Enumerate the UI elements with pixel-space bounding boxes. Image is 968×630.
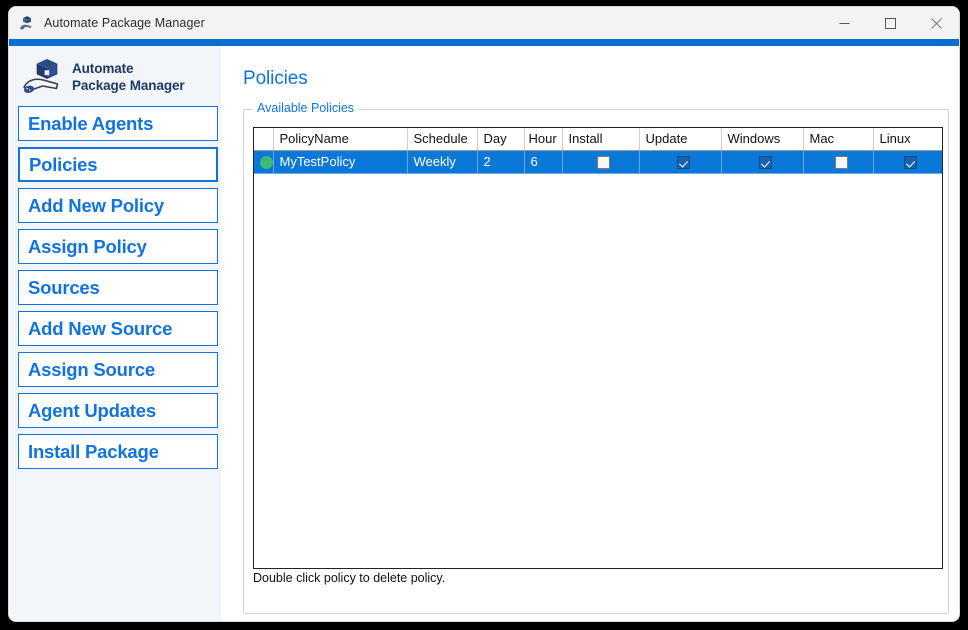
column-header-update[interactable]: Update <box>639 128 721 150</box>
mac-checkbox[interactable] <box>835 156 848 169</box>
column-header-day[interactable]: Day <box>477 128 524 150</box>
content-area: Policies Available Policies <box>221 46 959 621</box>
brand-line-2: Package Manager <box>72 78 185 93</box>
column-header-mac[interactable]: Mac <box>803 128 873 150</box>
package-on-hand-logo-icon <box>22 57 66 97</box>
update-checkbox[interactable] <box>677 156 690 169</box>
app-window: Automate Package Manager <box>8 6 960 622</box>
brand-line-1: Automate <box>72 61 133 76</box>
sidebar-item-sources[interactable]: Sources <box>18 270 218 305</box>
sidebar-item-assign-policy[interactable]: Assign Policy <box>18 229 218 264</box>
title-bar: Automate Package Manager <box>9 7 959 39</box>
maximize-icon[interactable] <box>867 7 913 39</box>
sidebar-item-install-package[interactable]: Install Package <box>18 434 218 469</box>
column-header-policyname[interactable]: PolicyName <box>273 128 407 150</box>
column-header-hour[interactable]: Hour <box>524 128 562 150</box>
window-controls <box>821 7 959 39</box>
grid-footer-note: Double click policy to delete policy. <box>253 571 943 585</box>
sidebar-item-add-new-source[interactable]: Add New Source <box>18 311 218 346</box>
brand: Automate Package Manager <box>9 46 221 100</box>
row-header-column <box>254 128 273 150</box>
cell-policyname[interactable]: MyTestPolicy <box>273 150 407 173</box>
sidebar-item-add-new-policy[interactable]: Add New Policy <box>18 188 218 223</box>
policies-grid[interactable]: PolicyName Schedule Day Hour Install Upd… <box>253 127 943 569</box>
sidebar-item-assign-source[interactable]: Assign Source <box>18 352 218 387</box>
cell-schedule[interactable]: Weekly <box>407 150 477 173</box>
page-title: Policies <box>243 68 308 90</box>
cell-update[interactable] <box>639 150 721 173</box>
accent-strip <box>9 39 959 46</box>
cell-install[interactable] <box>562 150 639 173</box>
row-status-cell <box>254 150 273 173</box>
column-header-install[interactable]: Install <box>562 128 639 150</box>
column-header-schedule[interactable]: Schedule <box>407 128 477 150</box>
body-area: Automate Package Manager Enable Agents P… <box>9 46 959 621</box>
linux-checkbox[interactable] <box>904 156 917 169</box>
sidebar-item-enable-agents[interactable]: Enable Agents <box>18 106 218 141</box>
cell-day[interactable]: 2 <box>477 150 524 173</box>
table-header-row: PolicyName Schedule Day Hour Install Upd… <box>254 128 942 150</box>
sidebar-item-policies[interactable]: Policies <box>18 147 218 182</box>
cell-mac[interactable] <box>803 150 873 173</box>
minimize-icon[interactable] <box>821 7 867 39</box>
window-title: Automate Package Manager <box>44 16 205 30</box>
cell-linux[interactable] <box>873 150 942 173</box>
group-legend: Available Policies <box>253 101 358 115</box>
brand-text: Automate Package Manager <box>72 60 185 94</box>
sidebar-item-agent-updates[interactable]: Agent Updates <box>18 393 218 428</box>
column-header-windows[interactable]: Windows <box>721 128 803 150</box>
green-dot-icon <box>260 156 273 169</box>
windows-checkbox[interactable] <box>759 156 772 169</box>
app-icon <box>19 15 35 31</box>
sidebar-nav: Enable Agents Policies Add New Policy As… <box>9 100 221 469</box>
table-row[interactable]: MyTestPolicy Weekly 2 6 <box>254 150 942 173</box>
cell-windows[interactable] <box>721 150 803 173</box>
cell-hour[interactable]: 6 <box>524 150 562 173</box>
install-checkbox[interactable] <box>597 156 610 169</box>
column-header-linux[interactable]: Linux <box>873 128 942 150</box>
available-policies-group: Available Policies PolicyName <box>243 109 949 614</box>
close-icon[interactable] <box>913 7 959 39</box>
sidebar: Automate Package Manager Enable Agents P… <box>9 46 221 621</box>
policies-table: PolicyName Schedule Day Hour Install Upd… <box>254 128 943 174</box>
